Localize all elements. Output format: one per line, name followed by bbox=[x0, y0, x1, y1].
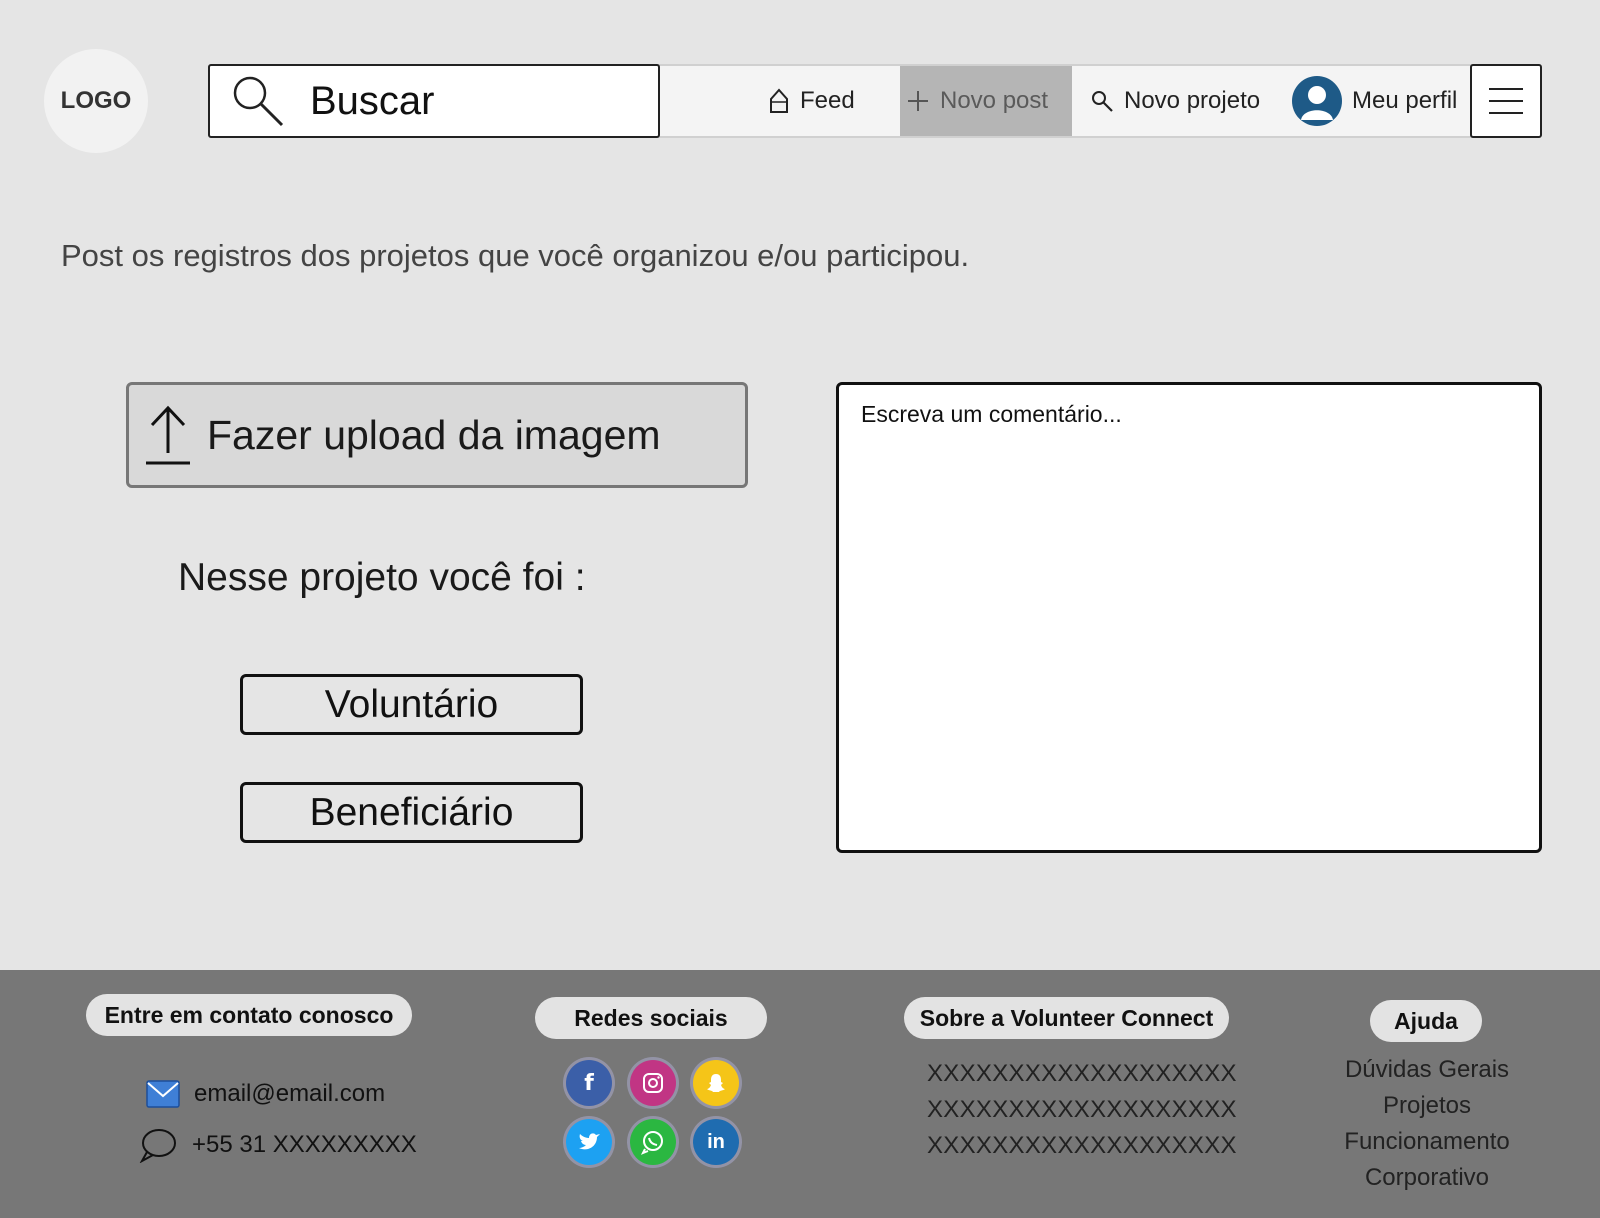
nav-novo-post-label: Novo post bbox=[940, 87, 1049, 114]
voluntario-button[interactable]: Voluntário bbox=[240, 674, 583, 735]
role-question: Nesse projeto você foi : bbox=[178, 556, 586, 599]
nav-meu-perfil[interactable]: Meu perfil bbox=[1292, 66, 1457, 136]
logo-text: LOGO bbox=[60, 87, 132, 114]
plus-icon bbox=[908, 91, 928, 111]
facebook-icon[interactable]: f bbox=[566, 1060, 612, 1106]
sobre-line-2: XXXXXXXXXXXXXXXXXXX bbox=[927, 1096, 1237, 1123]
menu-button[interactable] bbox=[1470, 64, 1542, 138]
upload-image-button[interactable]: Fazer upload da imagem bbox=[126, 382, 748, 488]
sobre-line-3: XXXXXXXXXXXXXXXXXXX bbox=[927, 1132, 1237, 1159]
contact-email[interactable]: email@email.com bbox=[146, 1080, 385, 1108]
chat-bubble-icon bbox=[139, 1129, 176, 1163]
home-icon bbox=[770, 88, 788, 113]
comment-box bbox=[836, 382, 1542, 853]
contact-phone[interactable]: +55 31 XXXXXXXXX bbox=[138, 1127, 417, 1163]
help-link-corporativo[interactable]: Corporativo bbox=[1320, 1164, 1534, 1192]
avatar bbox=[1292, 76, 1342, 126]
upload-icon bbox=[146, 405, 190, 465]
comment-textarea[interactable] bbox=[839, 385, 1539, 850]
nav-feed-label: Feed bbox=[800, 87, 855, 114]
contact-phone-text: +55 31 XXXXXXXXX bbox=[192, 1131, 417, 1158]
whatsapp-icon[interactable] bbox=[630, 1119, 676, 1165]
nav-meu-perfil-label: Meu perfil bbox=[1352, 87, 1458, 114]
email-icon bbox=[146, 1080, 180, 1108]
upload-image-label: Fazer upload da imagem bbox=[207, 411, 661, 458]
search-input[interactable] bbox=[310, 78, 640, 124]
hamburger-menu-icon bbox=[1489, 88, 1523, 114]
help-link-projetos[interactable]: Projetos bbox=[1320, 1092, 1534, 1120]
footer-sobre-title: Sobre a Volunteer Connect bbox=[904, 997, 1229, 1039]
intro-text: Post os registros dos projetos que você … bbox=[61, 238, 970, 273]
sobre-line-1: XXXXXXXXXXXXXXXXXXX bbox=[927, 1060, 1237, 1087]
help-link-funcionamento[interactable]: Funcionamento bbox=[1320, 1128, 1534, 1156]
beneficiario-button[interactable]: Beneficiário bbox=[240, 782, 583, 843]
snapchat-icon[interactable] bbox=[693, 1060, 739, 1106]
nav-novo-projeto[interactable]: Novo projeto bbox=[1090, 66, 1260, 136]
nav-novo-projeto-label: Novo projeto bbox=[1124, 87, 1261, 114]
nav-feed[interactable]: Feed bbox=[768, 66, 855, 136]
linkedin-icon[interactable]: in bbox=[693, 1119, 739, 1165]
nav-novo-post[interactable]: Novo post bbox=[900, 66, 1072, 136]
user-icon bbox=[1301, 86, 1333, 120]
footer-ajuda-title: Ajuda bbox=[1370, 1000, 1482, 1042]
footer-contato-title: Entre em contato conosco bbox=[86, 994, 412, 1036]
logo[interactable]: LOGO bbox=[44, 49, 148, 153]
search-small-icon bbox=[1092, 91, 1113, 112]
contact-email-text: email@email.com bbox=[194, 1080, 386, 1107]
footer-redes-title: Redes sociais bbox=[535, 997, 767, 1039]
help-link-duvidas[interactable]: Dúvidas Gerais bbox=[1320, 1056, 1534, 1084]
instagram-icon[interactable] bbox=[630, 1060, 676, 1106]
search-icon bbox=[233, 76, 284, 127]
twitter-icon[interactable] bbox=[566, 1119, 612, 1165]
search-bar[interactable] bbox=[208, 64, 660, 138]
